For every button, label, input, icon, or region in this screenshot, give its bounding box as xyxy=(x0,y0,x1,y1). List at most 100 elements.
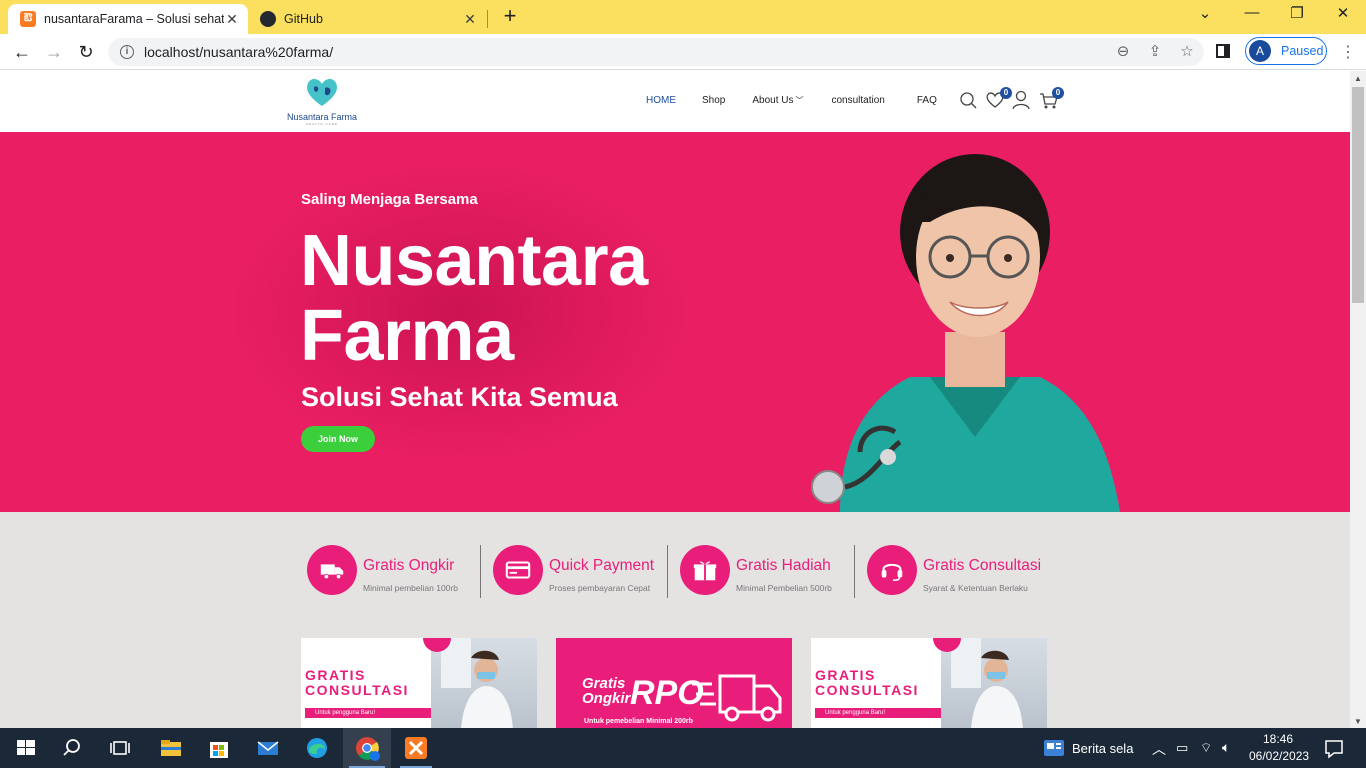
news-widget-label[interactable]: Berita sela xyxy=(1072,741,1133,756)
task-view-icon[interactable] xyxy=(106,734,134,762)
cart-count-badge: 0 xyxy=(1052,87,1064,99)
browser-tabstrip: ఔ nusantaraFarama – Solusi sehat k ✕ Git… xyxy=(0,0,1366,34)
menu-kebab-icon[interactable]: ⋮ xyxy=(1340,42,1356,62)
file-explorer-icon[interactable] xyxy=(157,734,185,762)
promo-line: GRATIS xyxy=(815,667,876,683)
promo-line: CONSULTASI xyxy=(305,682,409,698)
hero-banner: Saling Menjaga Bersama Nusantara Farma S… xyxy=(0,132,1350,512)
mail-icon[interactable] xyxy=(254,734,282,762)
reload-button[interactable]: ↻ xyxy=(74,40,98,64)
wifi-icon[interactable]: ⌔ xyxy=(1200,740,1212,756)
chevron-down-icon: ﹀ xyxy=(795,96,804,105)
chrome-taskbar-active[interactable] xyxy=(343,728,391,768)
tab-nusantara[interactable]: ఔ nusantaraFarama – Solusi sehat k ✕ xyxy=(8,4,248,34)
nav-about-label: About Us xyxy=(752,95,794,106)
feature-divider xyxy=(854,545,855,598)
heart-logo-icon xyxy=(307,78,337,106)
scroll-down-arrow-icon[interactable]: ▼ xyxy=(1354,717,1362,726)
close-window-button[interactable]: ✕ xyxy=(1328,4,1358,22)
browser-toolbar: ← → ↻ i localhost/nusantara%20farma/ ⊖ ⇪… xyxy=(0,34,1366,70)
feature-subtitle: Minimal Pembelian 500rb xyxy=(736,583,832,593)
promo-band: Untuk pengguna Baru! xyxy=(815,708,941,718)
promo-gratis-ongkir[interactable]: Gratis Ongkir RPO Untuk pemebelian Minim… xyxy=(556,638,792,728)
delivery-truck-icon xyxy=(307,545,357,595)
doctor-photo xyxy=(941,638,1047,728)
hero-headline-line1: Nusantara xyxy=(300,221,648,301)
notifications-icon[interactable] xyxy=(1320,734,1348,762)
logo-subtitle: HEALTH CARE xyxy=(306,122,338,126)
clock-time[interactable]: 18:46 xyxy=(1263,732,1293,746)
gift-icon xyxy=(680,545,730,595)
hero-headline-line2: Farma xyxy=(300,296,514,376)
windows-start-icon[interactable] xyxy=(12,734,40,762)
nav-shop[interactable]: Shop xyxy=(702,95,725,106)
edge-browser-icon[interactable] xyxy=(303,734,331,762)
profile-button[interactable]: A Paused xyxy=(1245,37,1327,65)
forward-button[interactable]: → xyxy=(42,40,66,64)
address-bar[interactable]: i localhost/nusantara%20farma/ ⊖ ⇪ ☆ xyxy=(108,38,1204,66)
site-logo[interactable]: Nusantara Farma HEALTH CARE xyxy=(286,77,358,127)
meet-now-icon[interactable]: ▭ xyxy=(1176,740,1188,756)
share-icon[interactable]: ⇪ xyxy=(1146,42,1164,60)
promo-ongkir-sub: Untuk pemebelian Minimal 200rb xyxy=(584,718,693,725)
news-widget-icon[interactable] xyxy=(1040,734,1068,762)
zoom-icon[interactable]: ⊖ xyxy=(1114,42,1132,60)
promo-gratis-consultasi[interactable]: GRATIS CONSULTASI Untuk pengguna Baru! xyxy=(301,638,537,728)
account-user-icon[interactable] xyxy=(1010,89,1032,111)
feature-subtitle: Proses pembayaran Cepat xyxy=(549,583,651,593)
avatar: A xyxy=(1249,40,1271,62)
nav-faq[interactable]: FAQ xyxy=(917,95,937,106)
volume-icon[interactable]: 🔈︎ xyxy=(1222,739,1230,756)
side-panel-icon[interactable] xyxy=(1216,44,1230,58)
promo-gratis-consultasi-2[interactable]: GRATIS CONSULTASI Untuk pengguna Baru! xyxy=(811,638,1047,728)
hero-tagline: Solusi Sehat Kita Semua xyxy=(301,382,618,412)
search-icon[interactable] xyxy=(958,89,980,111)
nurse-photo xyxy=(811,154,1120,512)
headset-support-icon xyxy=(867,545,917,595)
join-now-button[interactable]: Join Now xyxy=(301,426,375,452)
page-viewport: Nusantara Farma HEALTH CARE HOME Shop Ab… xyxy=(0,71,1350,728)
nav-about-us[interactable]: About Us ﹀ xyxy=(752,95,803,106)
search-icon[interactable] xyxy=(58,734,86,762)
nav-home[interactable]: HOME xyxy=(646,95,676,106)
promo-band: Untuk pengguna Baru! xyxy=(305,708,431,718)
promo-line: CONSULTASI xyxy=(815,682,919,698)
bookmark-star-icon[interactable]: ☆ xyxy=(1178,42,1196,60)
promo-line: Gratis xyxy=(582,675,626,692)
hero-headline: Nusantara Farma xyxy=(300,224,720,374)
new-tab-button[interactable]: + xyxy=(499,5,521,27)
delivery-truck-icon xyxy=(692,674,782,722)
site-info-icon[interactable]: i xyxy=(120,45,134,59)
feature-title: Gratis Consultasi xyxy=(923,557,1042,574)
feature-title: Quick Payment xyxy=(549,557,655,574)
tab-title: GitHub xyxy=(284,12,323,26)
close-tab-icon[interactable]: ✕ xyxy=(462,11,478,28)
minimize-button[interactable]: — xyxy=(1237,4,1267,21)
tab-title: nusantaraFarama – Solusi sehat k xyxy=(44,12,224,26)
tab-divider xyxy=(487,10,488,28)
scrollbar-thumb[interactable] xyxy=(1352,87,1364,303)
scroll-up-arrow-icon[interactable]: ▲ xyxy=(1354,74,1362,83)
nav-consultation[interactable]: consultation xyxy=(832,95,885,106)
logo-brand: Nusantara Farma xyxy=(286,112,358,122)
promo-line: Ongkir xyxy=(582,690,631,707)
back-button[interactable]: ← xyxy=(10,40,34,64)
site-header: Nusantara Farma HEALTH CARE HOME Shop Ab… xyxy=(0,71,1350,132)
close-tab-icon[interactable]: ✕ xyxy=(224,11,240,28)
clock-date[interactable]: 06/02/2023 xyxy=(1249,749,1309,763)
main-nav: HOME Shop About Us ﹀ consultation FAQ xyxy=(646,95,937,106)
github-icon xyxy=(260,11,276,27)
feature-divider xyxy=(480,545,481,598)
feature-title: Gratis Hadiah xyxy=(736,557,831,574)
tab-github[interactable]: GitHub ✕ xyxy=(250,4,486,34)
chevron-up-icon[interactable]: ︿ xyxy=(1152,739,1166,759)
restore-button[interactable]: ❐ xyxy=(1282,4,1312,22)
doctor-photo xyxy=(431,638,537,728)
xampp-icon[interactable] xyxy=(402,734,430,762)
profile-status: Paused xyxy=(1281,44,1324,58)
page-scrollbar[interactable]: ▲ ▼ xyxy=(1350,71,1366,728)
tab-search-chevron-icon[interactable]: ⌄ xyxy=(1190,4,1220,22)
xampp-icon: ఔ xyxy=(20,11,36,27)
credit-card-icon xyxy=(493,545,543,595)
microsoft-store-icon[interactable] xyxy=(205,734,233,762)
